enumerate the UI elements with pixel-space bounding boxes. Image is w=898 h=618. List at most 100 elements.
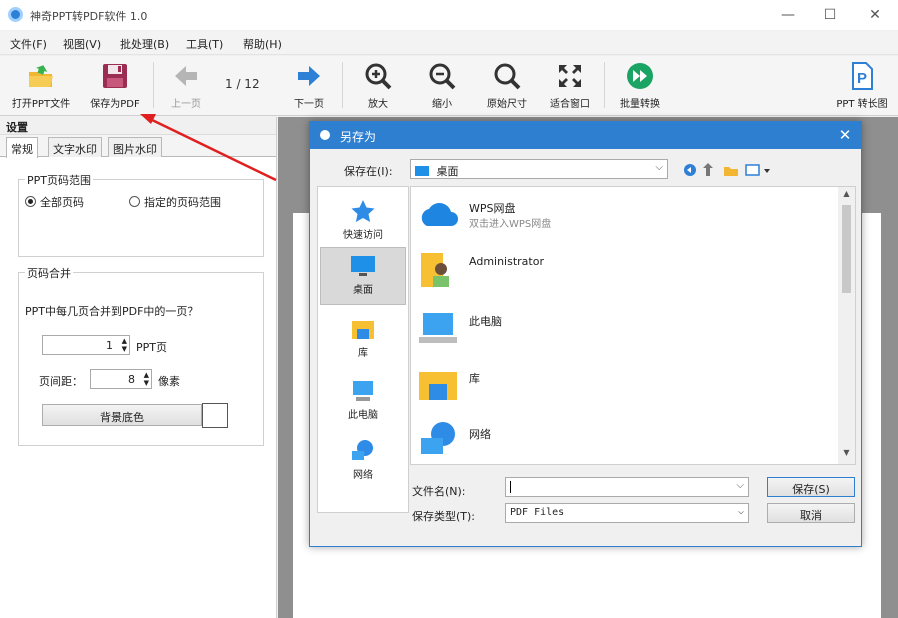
scroll-thumb[interactable] <box>842 205 851 293</box>
dialog-title-bar: 另存为 ✕ <box>310 122 861 149</box>
spacing-stepper[interactable]: 8 ▲ ▼ <box>90 369 152 389</box>
svg-text:P: P <box>857 70 867 87</box>
toolbar-separator <box>342 62 343 108</box>
minimize-button[interactable]: — <box>771 3 805 27</box>
save-disk-icon <box>103 64 127 88</box>
save-as-dialog: 另存为 ✕ 保存在(I): 桌面 ⌵ 快速访问 桌面 库 此电脑 网络 WPS网… <box>309 121 862 547</box>
place-network[interactable]: 网络 <box>320 433 406 491</box>
open-ppt-label: 打开PPT文件 <box>11 99 71 110</box>
menu-batch[interactable]: 批处理(B) <box>120 36 169 52</box>
color-swatch[interactable] <box>202 403 228 428</box>
place-library[interactable]: 库 <box>320 311 406 369</box>
filename-label: 文件名(N): <box>412 485 466 498</box>
radio-dot <box>25 196 36 207</box>
menu-help[interactable]: 帮助(H) <box>243 36 282 52</box>
settings-panel: 设置 常规 文字水印 图片水印 PPT页码范围 全部页码 指定的页码范围 页码合… <box>0 117 277 618</box>
radio-all-pages[interactable]: 全部页码 <box>25 194 84 210</box>
ppt-to-long-image-button[interactable]: P PPT 转长图 <box>828 56 896 116</box>
title-bar: 神奇PPT转PDF软件 1.0 — ☐ ✕ <box>0 0 898 30</box>
spacing-value: 8 <box>128 373 135 386</box>
maximize-button[interactable]: ☐ <box>813 3 847 27</box>
network-icon <box>352 440 373 460</box>
tab-general[interactable]: 常规 <box>6 137 38 158</box>
fast-forward-icon <box>627 63 653 89</box>
page-range-group: PPT页码范围 全部页码 指定的页码范围 <box>18 172 264 257</box>
page-range-title: PPT页码范围 <box>25 172 93 188</box>
desktop-icon <box>351 256 375 276</box>
close-button[interactable]: ✕ <box>858 3 892 27</box>
next-page-button[interactable]: 下一页 <box>287 56 331 116</box>
new-folder-icon <box>724 167 738 176</box>
chevron-down-icon: ⌵ <box>737 506 744 517</box>
chevron-down-icon: ⌵ <box>736 480 744 491</box>
filetype-label: 保存类型(T): <box>412 510 476 523</box>
page-merge-group: 页码合并 PPT中每几页合并到PDF中的一页？ 1 ▲ ▼ PPT页 页间距： 8 ▲… <box>18 265 264 446</box>
original-size-label: 原始尺寸 <box>487 99 527 110</box>
zoom-in-button[interactable]: 放大 <box>356 56 400 116</box>
filetype-dropdown[interactable]: PDF Files ⌵ <box>505 503 749 523</box>
file-list: WPS网盘 双击进入WPS网盘 Administrator 此电脑 库 网络 ▲… <box>410 186 856 465</box>
tab-text-watermark[interactable]: 文字水印 <box>48 137 102 157</box>
stepper-arrows-icon[interactable]: ▲ ▼ <box>144 371 149 387</box>
menu-tools[interactable]: 工具(T) <box>186 36 223 52</box>
expand-icon <box>559 65 581 87</box>
list-item[interactable]: 库 <box>417 362 817 406</box>
dialog-icon <box>320 130 330 140</box>
place-label: 快速访问 <box>343 230 383 241</box>
file-name: 网络 <box>469 428 491 441</box>
place-this-pc[interactable]: 此电脑 <box>320 373 406 431</box>
arrow-left-icon <box>175 66 197 86</box>
place-label: 桌面 <box>353 285 373 296</box>
save-in-dropdown[interactable]: 桌面 ⌵ <box>410 159 668 179</box>
list-item[interactable]: 此电脑 <box>417 305 817 349</box>
zoom-out-button[interactable]: 缩小 <box>420 56 464 116</box>
fit-window-button[interactable]: 适合窗口 <box>543 56 597 116</box>
magnifier-icon <box>494 63 521 90</box>
places-bar: 快速访问 桌面 库 此电脑 网络 <box>317 186 409 513</box>
pages-per-sheet-value: 1 <box>106 339 113 352</box>
star-icon <box>351 200 375 222</box>
zoom-in-icon <box>365 63 392 90</box>
list-item[interactable]: Administrator <box>417 247 817 291</box>
menu-file[interactable]: 文件(F) <box>10 36 47 52</box>
fit-window-label: 适合窗口 <box>550 99 590 110</box>
p-document-icon: P <box>852 62 873 90</box>
batch-convert-button[interactable]: 批量转换 <box>614 56 666 116</box>
radio-dot <box>129 196 140 207</box>
list-item[interactable]: WPS网盘 双击进入WPS网盘 <box>417 192 817 236</box>
file-subtitle: 双击进入WPS网盘 <box>469 219 552 230</box>
stepper-arrows-icon[interactable]: ▲ ▼ <box>122 337 127 353</box>
place-label: 此电脑 <box>348 410 378 421</box>
background-color-button[interactable]: 背景底色 <box>42 404 202 426</box>
place-quick-access[interactable]: 快速访问 <box>320 193 406 251</box>
scroll-up-icon[interactable]: ▲ <box>838 189 855 203</box>
dialog-close-icon[interactable]: ✕ <box>835 125 855 145</box>
page-merge-title: 页码合并 <box>25 265 73 281</box>
user-folder-icon <box>421 253 449 287</box>
file-list-scrollbar[interactable]: ▲ ▼ <box>838 187 855 464</box>
cloud-icon <box>421 203 458 226</box>
place-desktop[interactable]: 桌面 <box>320 247 406 305</box>
radio-custom-range[interactable]: 指定的页码范围 <box>129 194 221 210</box>
network-icon <box>421 422 455 454</box>
scroll-down-icon[interactable]: ▼ <box>838 448 855 462</box>
pages-per-sheet-stepper[interactable]: 1 ▲ ▼ <box>42 335 130 355</box>
app-icon <box>8 7 23 22</box>
list-item[interactable]: 网络 <box>417 418 817 462</box>
dialog-nav-icons <box>684 163 770 176</box>
cancel-button[interactable]: 取消 <box>767 503 855 523</box>
filename-input[interactable]: ⌵ <box>505 477 749 497</box>
radio-all-pages-label: 全部页码 <box>40 196 84 209</box>
open-ppt-button[interactable]: 打开PPT文件 <box>4 56 78 116</box>
save-button[interactable]: 保存(S) <box>767 477 855 497</box>
zoom-out-icon <box>429 63 456 90</box>
ppt-to-long-image-label: PPT 转长图 <box>836 99 888 110</box>
save-in-value: 桌面 <box>436 165 459 178</box>
dialog-title: 另存为 <box>340 130 377 144</box>
menu-view[interactable]: 视图(V) <box>63 36 101 52</box>
app-title: 神奇PPT转PDF软件 1.0 <box>30 10 148 23</box>
spacing-label: 页间距： <box>39 375 83 388</box>
original-size-button[interactable]: 原始尺寸 <box>481 56 533 116</box>
spacing-unit: 像素 <box>158 375 180 388</box>
page-indicator: 1 / 12 <box>225 77 260 91</box>
